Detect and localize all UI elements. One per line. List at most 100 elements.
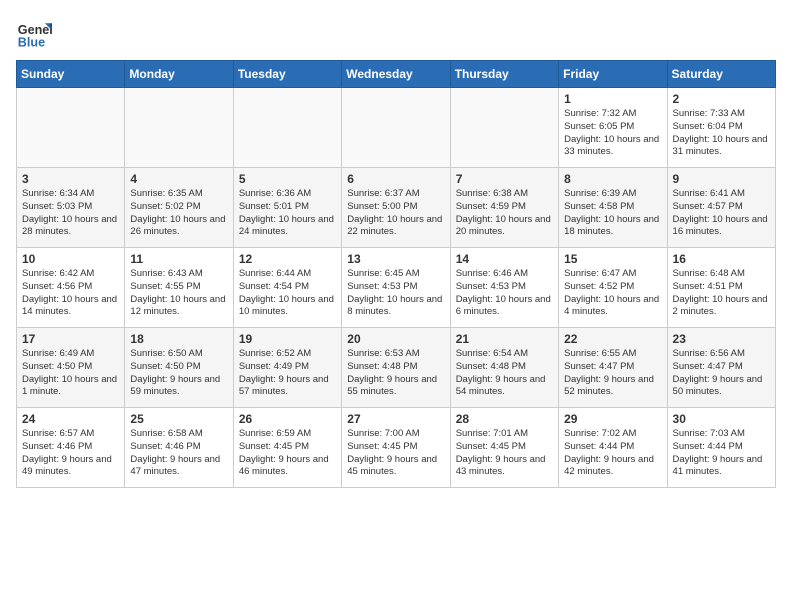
day-info-line: Sunset: 4:44 PM <box>564 441 661 454</box>
calendar-cell: 26Sunrise: 6:59 AMSunset: 4:45 PMDayligh… <box>233 408 341 488</box>
calendar-header-row: SundayMondayTuesdayWednesdayThursdayFrid… <box>17 61 776 88</box>
day-info-line: Daylight: 9 hours and 49 minutes. <box>22 454 119 480</box>
calendar-cell: 25 Sunrise: 6:58 AMSunset: 4:46 PMDayligh… <box>125 408 233 488</box>
calendar-cell: 8Sunrise: 6:39 AMSunset: 4:58 PMDaylight… <box>559 168 667 248</box>
calendar-cell: 2Sunrise: 7:33 AMSunset: 6:04 PMDaylight… <box>667 88 775 168</box>
day-info-line: Sunset: 4:54 PM <box>239 281 336 294</box>
calendar-cell: 30Sunrise: 7:03 AMSunset: 4:44 PMDayligh… <box>667 408 775 488</box>
day-number: 16 <box>673 252 770 266</box>
calendar-cell: 24Sunrise: 6:57 AMSunset: 4:46 PMDayligh… <box>17 408 125 488</box>
calendar-cell: 6Sunrise: 6:37 AMSunset: 5:00 PMDaylight… <box>342 168 450 248</box>
day-number: 2 <box>673 92 770 106</box>
day-info-line: Daylight: 10 hours and 8 minutes. <box>347 294 444 320</box>
day-info-line: Sunrise: 6:42 AM <box>22 268 119 281</box>
day-of-week-header: Monday <box>125 61 233 88</box>
day-info-line: Sunrise: 7:03 AM <box>673 428 770 441</box>
day-info-line: Daylight: 10 hours and 22 minutes. <box>347 214 444 240</box>
day-info-line: Sunrise: 7:00 AM <box>347 428 444 441</box>
day-info-line: Sunset: 4:46 PM <box>130 441 227 454</box>
calendar-cell <box>125 88 233 168</box>
day-info-line: Daylight: 9 hours and 43 minutes. <box>456 454 553 480</box>
calendar-cell: 22Sunrise: 6:55 AMSunset: 4:47 PMDayligh… <box>559 328 667 408</box>
day-info-line: Daylight: 10 hours and 2 minutes. <box>673 294 770 320</box>
day-info-line: Daylight: 10 hours and 20 minutes. <box>456 214 553 240</box>
day-of-week-header: Friday <box>559 61 667 88</box>
calendar-cell <box>450 88 558 168</box>
day-number: 13 <box>347 252 444 266</box>
calendar-cell: 15Sunrise: 6:47 AMSunset: 4:52 PMDayligh… <box>559 248 667 328</box>
calendar-cell: 4Sunrise: 6:35 AMSunset: 5:02 PMDaylight… <box>125 168 233 248</box>
calendar-week-row: 10Sunrise: 6:42 AMSunset: 4:56 PMDayligh… <box>17 248 776 328</box>
day-number: 20 <box>347 332 444 346</box>
day-number: 21 <box>456 332 553 346</box>
calendar-cell: 5Sunrise: 6:36 AMSunset: 5:01 PMDaylight… <box>233 168 341 248</box>
day-number: 25 <box>130 412 227 426</box>
day-info-line: Daylight: 9 hours and 47 minutes. <box>130 454 227 480</box>
day-number: 23 <box>673 332 770 346</box>
day-info-line: Sunset: 4:57 PM <box>673 201 770 214</box>
day-info-line: Daylight: 10 hours and 12 minutes. <box>130 294 227 320</box>
day-info-line: Sunrise: 7:02 AM <box>564 428 661 441</box>
day-number: 27 <box>347 412 444 426</box>
day-of-week-header: Wednesday <box>342 61 450 88</box>
day-number: 9 <box>673 172 770 186</box>
day-info-line: Sunrise: 6:37 AM <box>347 188 444 201</box>
day-number: 14 <box>456 252 553 266</box>
calendar-cell: 23Sunrise: 6:56 AMSunset: 4:47 PMDayligh… <box>667 328 775 408</box>
day-info-line: Sunrise: 6:49 AM <box>22 348 119 361</box>
day-number: 26 <box>239 412 336 426</box>
day-info-line: Sunrise: 6:56 AM <box>673 348 770 361</box>
day-info-line: Sunset: 4:59 PM <box>456 201 553 214</box>
header: General Blue <box>16 16 776 52</box>
day-info-line: Daylight: 9 hours and 41 minutes. <box>673 454 770 480</box>
day-info-line: Sunset: 4:45 PM <box>347 441 444 454</box>
day-info-line: Sunset: 4:47 PM <box>564 361 661 374</box>
day-number: 18 <box>130 332 227 346</box>
day-of-week-header: Saturday <box>667 61 775 88</box>
calendar-cell: 28Sunrise: 7:01 AMSunset: 4:45 PMDayligh… <box>450 408 558 488</box>
calendar-cell: 3Sunrise: 6:34 AMSunset: 5:03 PMDaylight… <box>17 168 125 248</box>
day-info-line: Sunrise: 6:41 AM <box>673 188 770 201</box>
day-info-line: Sunset: 4:52 PM <box>564 281 661 294</box>
calendar-cell: 13Sunrise: 6:45 AMSunset: 4:53 PMDayligh… <box>342 248 450 328</box>
day-info-line: Daylight: 10 hours and 31 minutes. <box>673 134 770 160</box>
day-info-line: Sunrise: 6:50 AM <box>130 348 227 361</box>
day-number: 4 <box>130 172 227 186</box>
svg-text:Blue: Blue <box>18 36 45 50</box>
calendar-cell: 16 Sunrise: 6:48 AMSunset: 4:51 PMDayligh… <box>667 248 775 328</box>
day-info-line: Sunrise: 6:46 AM <box>456 268 553 281</box>
day-info-line: Sunset: 4:49 PM <box>239 361 336 374</box>
day-info-line: Sunrise: 6:36 AM <box>239 188 336 201</box>
day-info-line: Daylight: 9 hours and 50 minutes. <box>673 374 770 400</box>
day-info-line: Daylight: 9 hours and 59 minutes. <box>130 374 227 400</box>
day-number: 1 <box>564 92 661 106</box>
day-info-line: Daylight: 9 hours and 46 minutes. <box>239 454 336 480</box>
calendar-cell: 12Sunrise: 6:44 AMSunset: 4:54 PMDayligh… <box>233 248 341 328</box>
day-info-line: Daylight: 9 hours and 57 minutes. <box>239 374 336 400</box>
day-info-line: Daylight: 10 hours and 18 minutes. <box>564 214 661 240</box>
day-info-line: Sunrise: 6:47 AM <box>564 268 661 281</box>
day-info-line: Daylight: 10 hours and 10 minutes. <box>239 294 336 320</box>
calendar-table: SundayMondayTuesdayWednesdayThursdayFrid… <box>16 60 776 488</box>
day-info-line: Sunset: 4:53 PM <box>347 281 444 294</box>
day-info-line: Sunrise: 6:58 AM <box>130 428 227 441</box>
day-info-line: Sunrise: 6:53 AM <box>347 348 444 361</box>
day-number: 15 <box>564 252 661 266</box>
calendar-week-row: 24Sunrise: 6:57 AMSunset: 4:46 PMDayligh… <box>17 408 776 488</box>
day-info-line: Sunset: 6:04 PM <box>673 121 770 134</box>
calendar-cell: 10Sunrise: 6:42 AMSunset: 4:56 PMDayligh… <box>17 248 125 328</box>
day-info-line: Sunset: 4:45 PM <box>456 441 553 454</box>
day-info-line: Daylight: 9 hours and 55 minutes. <box>347 374 444 400</box>
day-info-line: Daylight: 9 hours and 45 minutes. <box>347 454 444 480</box>
day-info-line: Sunset: 4:51 PM <box>673 281 770 294</box>
day-info-line: Sunrise: 6:57 AM <box>22 428 119 441</box>
day-number: 24 <box>22 412 119 426</box>
day-info-line: Sunrise: 6:48 AM <box>673 268 770 281</box>
day-info-line: Sunrise: 6:44 AM <box>239 268 336 281</box>
day-number: 3 <box>22 172 119 186</box>
day-info-line: Daylight: 10 hours and 14 minutes. <box>22 294 119 320</box>
day-number: 6 <box>347 172 444 186</box>
day-info-line: Daylight: 10 hours and 28 minutes. <box>22 214 119 240</box>
day-of-week-header: Tuesday <box>233 61 341 88</box>
day-number: 30 <box>673 412 770 426</box>
